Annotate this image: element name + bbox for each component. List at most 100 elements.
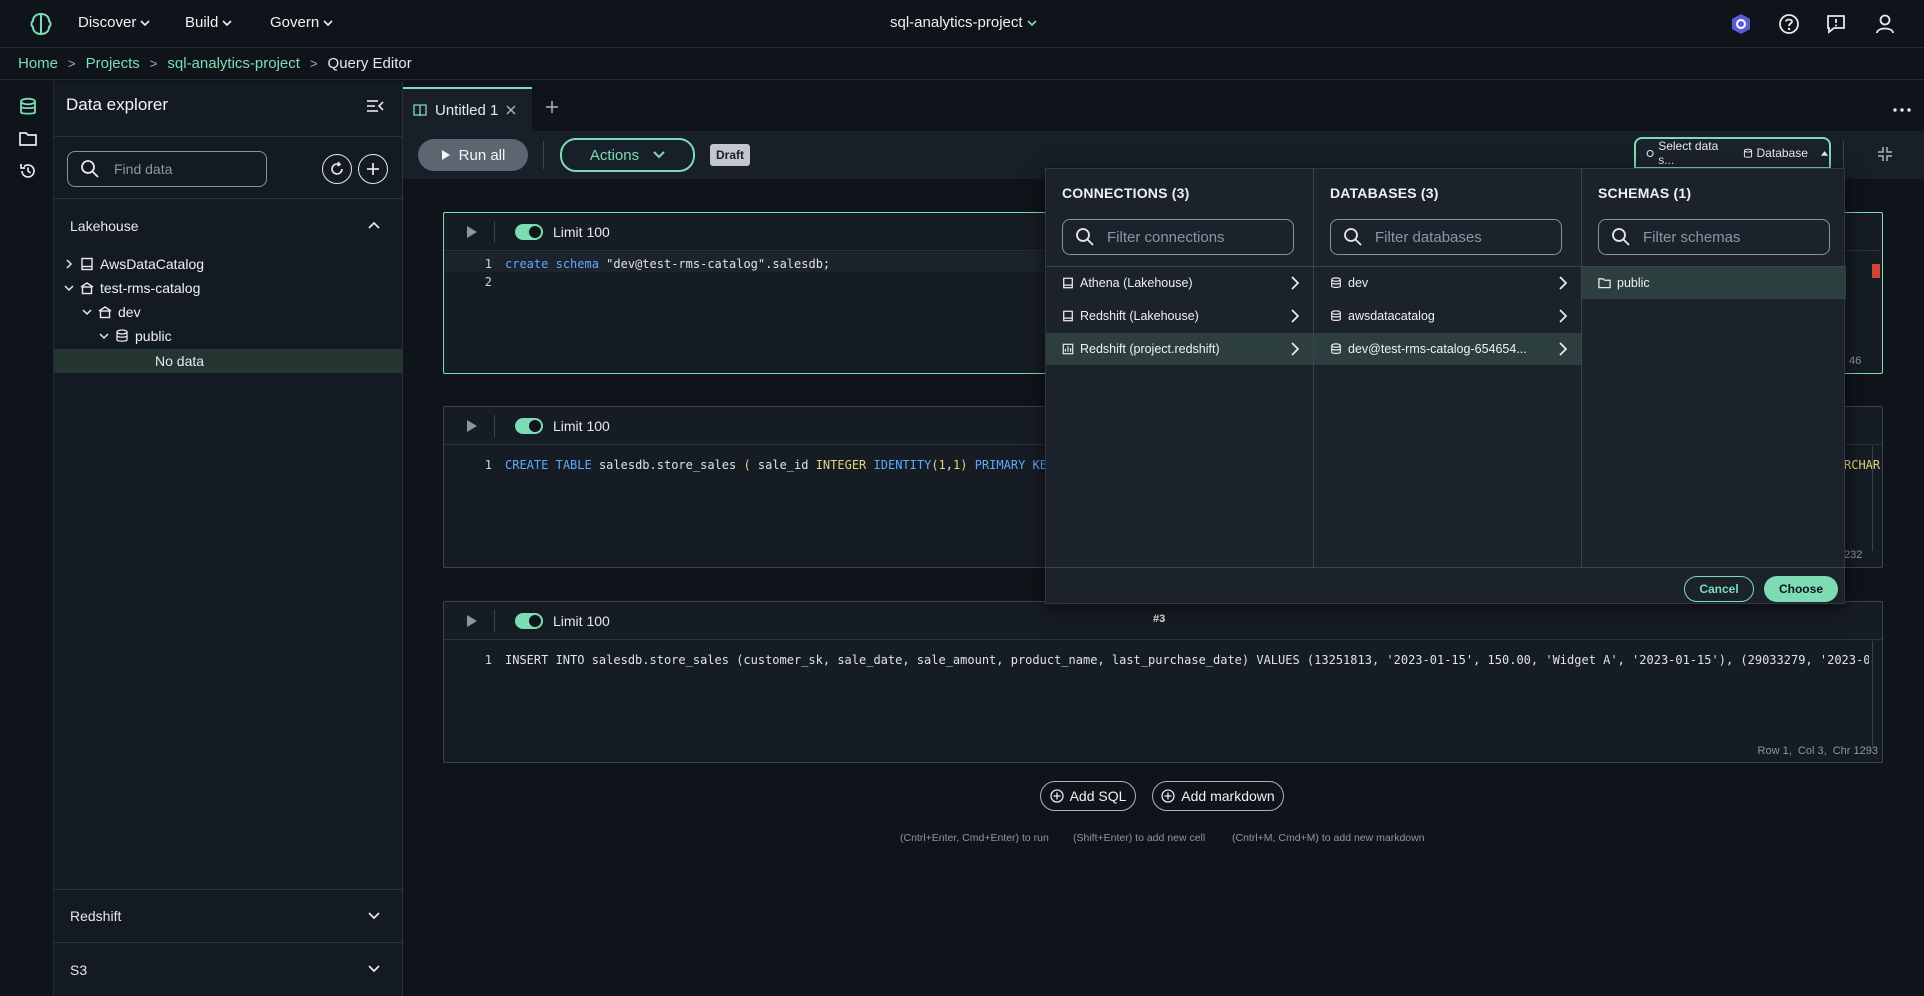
database-item-dev-test-rms-catalog[interactable]: dev@test-rms-catalog-654654... (1314, 333, 1581, 365)
database-item-awsdatacatalog[interactable]: awsdatacatalog (1314, 300, 1581, 332)
tree-label: AwsDataCatalog (100, 256, 205, 272)
actions-button[interactable]: Actions (560, 138, 695, 172)
divider (1843, 141, 1844, 169)
data-source-picker: CONNECTIONS (3) Filter connections Athen… (1045, 168, 1846, 604)
tree-item-dev[interactable]: dev (82, 301, 141, 323)
cancel-button[interactable]: Cancel (1684, 576, 1754, 602)
database-icon (1331, 343, 1341, 354)
code-token: salesdb.store_sales (591, 458, 744, 472)
refresh-button[interactable] (322, 154, 352, 184)
find-data-search[interactable]: Find data (67, 151, 267, 187)
explorer-title: Data explorer (66, 95, 169, 114)
choose-button[interactable]: Choose (1764, 576, 1838, 602)
project-selector[interactable]: sql-analytics-project (890, 14, 1037, 31)
add-sql-button[interactable]: Add SQL (1040, 781, 1136, 811)
run-cell-play-icon[interactable] (466, 419, 478, 433)
breadcrumb: Home > Projects > sql-analytics-project … (0, 48, 1924, 80)
tree-item-test-rms-catalog[interactable]: test-rms-catalog (64, 277, 200, 299)
run-cell-play-icon[interactable] (466, 225, 478, 239)
database-item-dev[interactable]: dev (1314, 267, 1581, 299)
filter-databases-input[interactable]: Filter databases (1330, 219, 1562, 255)
run-all-button[interactable]: Run all (418, 139, 528, 171)
new-cell-shortcut-hint: (Shift+Enter) to add new cell (1073, 832, 1206, 844)
tree-item-awsdatacatalog[interactable]: AwsDataCatalog (64, 253, 204, 275)
connection-item-redshift-project[interactable]: Redshift (project.redshift) (1046, 333, 1313, 365)
connection-item-redshift-lakehouse[interactable]: Redshift (Lakehouse) (1046, 300, 1313, 332)
database-label: dev@test-rms-catalog-654654... (1348, 342, 1527, 356)
limit-toggle[interactable] (515, 417, 543, 434)
markdown-shortcut-hint: (Cntrl+M, Cmd+M) to add new markdown (1232, 832, 1425, 844)
divider (494, 609, 495, 632)
feedback-icon[interactable] (1825, 13, 1847, 35)
cursor-position-status: Row 1, Col 3, Chr 1293 (1757, 745, 1878, 757)
chevron-down-icon (99, 333, 109, 340)
amazon-q-icon[interactable] (1730, 13, 1752, 35)
add-markdown-button[interactable]: Add markdown (1152, 781, 1284, 811)
tree-item-no-data: No data (54, 349, 403, 373)
scrollbar[interactable] (1872, 446, 1873, 551)
run-cell-play-icon[interactable] (466, 614, 478, 628)
lakehouse-section-title[interactable]: Lakehouse (70, 218, 139, 234)
code-token: ) (960, 458, 968, 472)
chevron-up-icon[interactable] (368, 221, 380, 229)
type-token: INTEGER (815, 458, 867, 472)
breadcrumb-home[interactable]: Home (18, 55, 58, 72)
build-label: Build (185, 14, 219, 31)
connections-title: CONNECTIONS (3) (1062, 185, 1190, 201)
help-icon[interactable] (1778, 13, 1800, 35)
history-icon[interactable] (18, 161, 38, 181)
divider (1046, 567, 1846, 568)
new-tab-plus-icon[interactable] (545, 100, 559, 114)
code-token: ( (931, 458, 939, 472)
scrollbar[interactable] (1872, 641, 1873, 746)
breadcrumb-project[interactable]: sql-analytics-project (167, 55, 300, 72)
tree-label: dev (118, 304, 141, 320)
keyword-token: TABLE (555, 458, 592, 472)
schema-item-public[interactable]: public (1582, 267, 1846, 299)
draft-badge: Draft (710, 144, 751, 166)
circle-icon (1646, 149, 1654, 157)
filter-schemas-input[interactable]: Filter schemas (1598, 219, 1830, 255)
connection-item-athena[interactable]: Athena (Lakehouse) (1046, 267, 1313, 299)
tree-item-public[interactable]: public (99, 325, 172, 347)
add-data-button[interactable] (358, 154, 388, 184)
database-icon[interactable] (18, 97, 38, 117)
collapse-panel-icon[interactable] (365, 98, 385, 114)
govern-menu[interactable]: Govern (270, 14, 333, 31)
filter-connections-input[interactable]: Filter connections (1062, 219, 1294, 255)
limit-toggle[interactable] (515, 223, 543, 240)
limit-toggle[interactable] (515, 612, 543, 629)
divider (494, 414, 495, 437)
divider (54, 136, 403, 137)
search-input[interactable]: Find data (114, 161, 172, 177)
brain-logo-icon[interactable] (28, 11, 54, 37)
keyword-token: create (505, 257, 549, 271)
data-source-selector[interactable]: Select data s... Database (1634, 137, 1831, 169)
folder-icon[interactable] (18, 129, 38, 149)
connection-label: Redshift (Lakehouse) (1080, 309, 1199, 323)
tab-untitled-1[interactable]: Untitled 1 (403, 87, 532, 131)
build-menu[interactable]: Build (185, 14, 232, 31)
chevron-right-icon (1559, 276, 1567, 290)
discover-menu[interactable]: Discover (78, 14, 150, 31)
sql-cell-3[interactable]: Limit 100 #3 1 INSERT INTO salesdb.store… (443, 601, 1883, 763)
collapse-view-icon[interactable] (1877, 146, 1893, 162)
chevron-down-icon (64, 285, 74, 292)
user-profile-icon[interactable] (1874, 13, 1896, 35)
chevron-down-icon (323, 19, 333, 26)
code-line-1[interactable]: 1 INSERT INTO salesdb.store_sales (custo… (444, 653, 1869, 669)
run-shortcut-hint: (Cntrl+Enter, Cmd+Enter) to run (900, 832, 1049, 844)
chevron-right-icon (66, 259, 73, 269)
databases-column: DATABASES (3) Filter databases dev awsda… (1314, 169, 1582, 567)
chevron-right-icon (1559, 309, 1567, 323)
line-number: 1 (484, 653, 492, 667)
database-icon (1331, 277, 1341, 288)
chevron-down-icon (653, 151, 665, 159)
more-options-icon[interactable] (1893, 108, 1911, 112)
line-number: 2 (484, 275, 492, 289)
breadcrumb-projects[interactable]: Projects (86, 55, 140, 72)
redshift-section[interactable]: Redshift (54, 889, 403, 941)
close-icon[interactable] (506, 105, 516, 115)
s3-section[interactable]: S3 (54, 942, 403, 996)
chevron-down-icon (368, 912, 380, 920)
